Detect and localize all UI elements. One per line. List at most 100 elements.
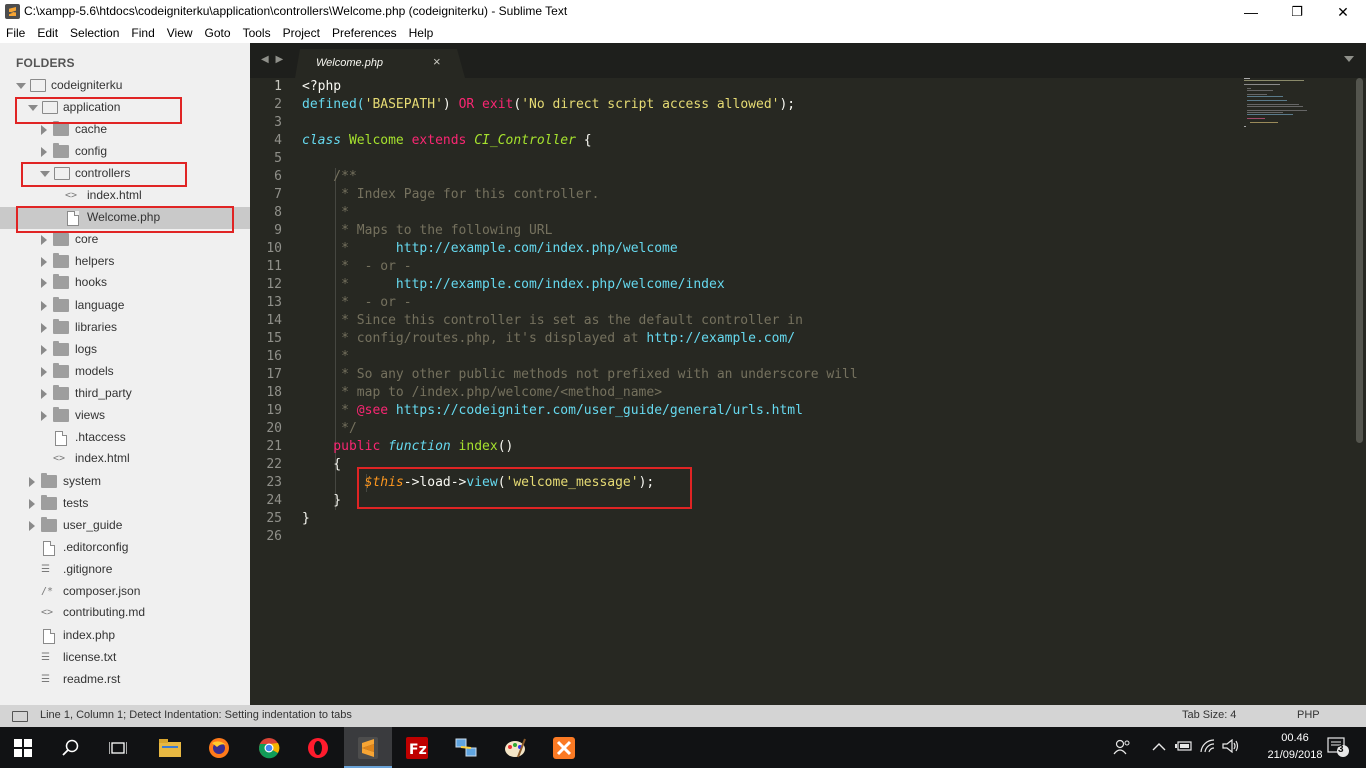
- folder-icon: [53, 143, 69, 158]
- code-token: (): [497, 439, 514, 454]
- scrollbar-thumb[interactable]: [1356, 78, 1363, 443]
- line-number: 20: [266, 421, 282, 436]
- code-line-13: * - or -: [302, 295, 412, 310]
- menu-find[interactable]: Find: [125, 24, 160, 43]
- tree-folder-codeigniterku[interactable]: codeigniterku: [0, 75, 250, 97]
- tree-file-gitignore[interactable]: ☰ .gitignore: [0, 559, 250, 581]
- minimize-button[interactable]: —: [1228, 0, 1274, 24]
- menu-help[interactable]: Help: [403, 24, 440, 43]
- tree-file-readme-rst[interactable]: ☰ readme.rst: [0, 669, 250, 691]
- volume-icon[interactable]: [1222, 738, 1240, 756]
- menu-preferences[interactable]: Preferences: [326, 24, 403, 43]
- line-number: 9: [274, 223, 282, 238]
- tab-close-icon[interactable]: ×: [433, 54, 441, 69]
- code-token: ): [442, 97, 459, 112]
- chevron-right-icon: [41, 147, 47, 157]
- code-token: *: [302, 277, 396, 292]
- line-number: 1: [274, 79, 282, 94]
- code-line-4: class Welcome extends CI_Controller {: [302, 132, 592, 150]
- menu-goto[interactable]: Goto: [199, 24, 237, 43]
- menu-tools[interactable]: Tools: [237, 24, 277, 43]
- code-line-6: /**: [302, 169, 357, 184]
- tree-file-composer-json[interactable]: /* composer.json: [0, 581, 250, 603]
- notification-center-icon[interactable]: 3: [1326, 736, 1350, 761]
- line-number: 8: [274, 205, 282, 220]
- filezilla-icon[interactable]: Fz: [396, 733, 438, 763]
- tree-folder-logs[interactable]: logs: [0, 339, 250, 361]
- opera-icon[interactable]: [297, 733, 339, 763]
- tree-folder-views[interactable]: views: [0, 405, 250, 427]
- line-number: 16: [266, 349, 282, 364]
- code-token: 'BASEPATH': [364, 97, 443, 112]
- code-line-22: {: [302, 457, 342, 472]
- tree-folder-models[interactable]: models: [0, 361, 250, 383]
- code-line-2: defined('BASEPATH') OR exit('No direct s…: [302, 96, 795, 114]
- clock-time[interactable]: 00.46: [1265, 732, 1325, 744]
- folder-icon: [53, 231, 69, 246]
- network-app-icon[interactable]: [445, 733, 487, 763]
- code-line-21: public function index(): [302, 438, 513, 456]
- code-token: );: [779, 97, 796, 112]
- code-file-icon: <>: [53, 453, 66, 464]
- close-button[interactable]: ✕: [1320, 0, 1366, 24]
- tree-folder-language[interactable]: language: [0, 295, 250, 317]
- code-editor[interactable]: 1 2 3 4 5 6 7 8 9 10 11 12 13 14 15 16 1…: [250, 78, 1366, 705]
- tab-size-indicator[interactable]: Tab Size: 4: [1182, 709, 1236, 721]
- task-view-icon[interactable]: [97, 733, 139, 763]
- minimap-line: [1247, 118, 1265, 119]
- vertical-scrollbar[interactable]: [1355, 78, 1364, 705]
- tree-file-htaccess[interactable]: .htaccess: [0, 427, 250, 449]
- tree-folder-third-party[interactable]: third_party: [0, 383, 250, 405]
- syntax-indicator[interactable]: PHP: [1297, 709, 1320, 721]
- text-file-icon: ☰: [41, 652, 50, 663]
- minimap[interactable]: [1244, 78, 1314, 128]
- battery-icon[interactable]: [1175, 739, 1193, 755]
- tree-folder-libraries[interactable]: libraries: [0, 317, 250, 339]
- console-icon[interactable]: [12, 711, 28, 722]
- folder-icon: [53, 253, 69, 268]
- chevron-right-icon: [29, 499, 35, 509]
- wifi-icon[interactable]: [1200, 739, 1216, 756]
- code-line-10: * http://example.com/index.php/welcome: [302, 240, 678, 258]
- minimap-line: [1247, 110, 1307, 111]
- tree-folder-user-guide[interactable]: user_guide: [0, 515, 250, 537]
- folder-icon: [53, 319, 69, 334]
- chrome-icon[interactable]: [248, 733, 290, 763]
- tree-folder-helpers[interactable]: helpers: [0, 251, 250, 273]
- tree-file-index-html-application[interactable]: <> index.html: [0, 448, 250, 470]
- menu-file[interactable]: File: [0, 24, 31, 43]
- tree-folder-hooks[interactable]: hooks: [0, 272, 250, 294]
- people-icon[interactable]: [1113, 739, 1131, 758]
- code-file-icon: <>: [41, 607, 54, 618]
- paint-icon[interactable]: [494, 733, 536, 763]
- windows-start-icon[interactable]: [2, 733, 44, 763]
- menu-view[interactable]: View: [161, 24, 199, 43]
- tree-file-index-php[interactable]: index.php: [0, 625, 250, 647]
- show-hidden-icons-icon[interactable]: [1152, 739, 1166, 755]
- sublime-text-icon[interactable]: [347, 733, 389, 763]
- file-explorer-icon[interactable]: [149, 733, 191, 763]
- tree-file-contributing-md[interactable]: <> contributing.md: [0, 602, 250, 624]
- chevron-right-icon: [41, 323, 47, 333]
- menu-edit[interactable]: Edit: [31, 24, 64, 43]
- menu-bar: File Edit Selection Find View Goto Tools…: [0, 24, 1366, 43]
- tree-file-license-txt[interactable]: ☰ license.txt: [0, 647, 250, 669]
- tree-file-editorconfig[interactable]: .editorconfig: [0, 537, 250, 559]
- tree-folder-tests[interactable]: tests: [0, 493, 250, 515]
- tab-dropdown-icon[interactable]: [1344, 56, 1354, 62]
- xampp-icon[interactable]: [543, 733, 585, 763]
- tab-welcome-php[interactable]: Welcome.php ×: [295, 49, 695, 78]
- clock-date[interactable]: 21/09/2018: [1265, 749, 1325, 761]
- search-icon[interactable]: [50, 733, 92, 763]
- tab-nav-arrows[interactable]: ◀ ▶: [261, 54, 285, 65]
- firefox-icon[interactable]: [198, 733, 240, 763]
- minimap-line: [1247, 96, 1283, 97]
- code-token: CI_Controller: [466, 133, 576, 148]
- folder-icon: [53, 407, 69, 422]
- tree-folder-config[interactable]: config: [0, 141, 250, 163]
- menu-project[interactable]: Project: [277, 24, 326, 43]
- maximize-button[interactable]: ❐: [1274, 0, 1320, 24]
- tree-file-index-html-controllers[interactable]: <> index.html: [0, 185, 250, 207]
- tree-folder-system[interactable]: system: [0, 471, 250, 493]
- menu-selection[interactable]: Selection: [64, 24, 125, 43]
